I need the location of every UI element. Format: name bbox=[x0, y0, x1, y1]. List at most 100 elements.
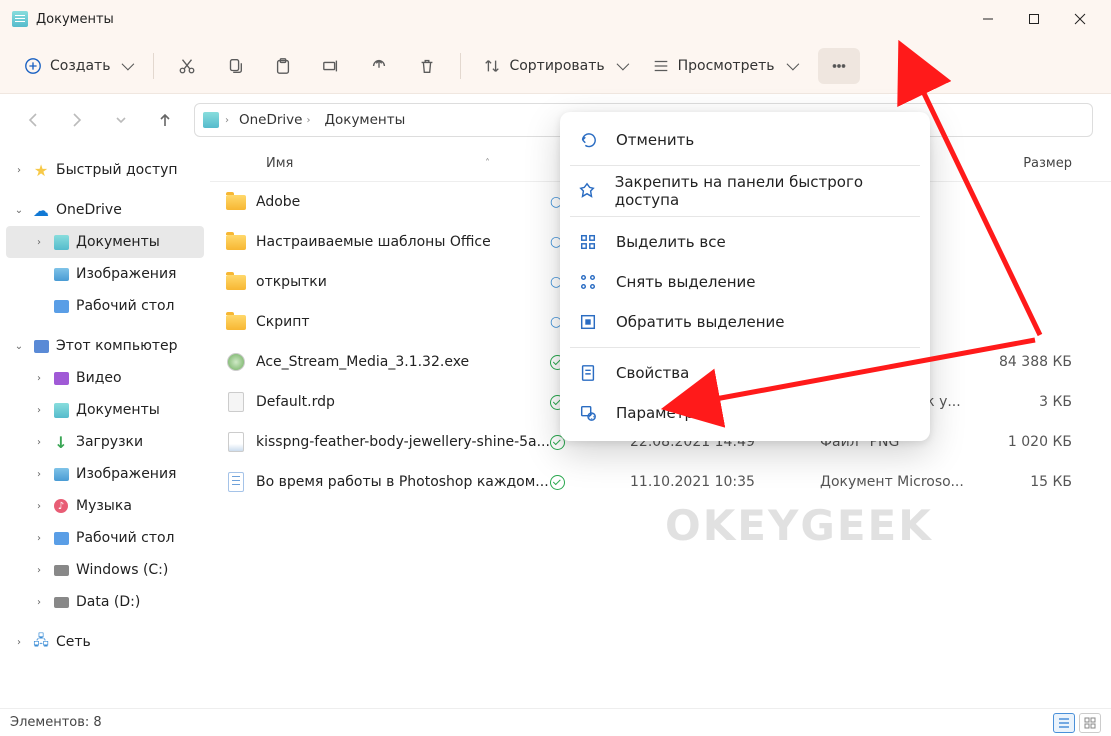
folder-icon bbox=[226, 272, 246, 292]
desktop-icon bbox=[54, 300, 69, 313]
video-icon bbox=[54, 372, 69, 385]
col-name[interactable]: Имя˄ bbox=[210, 156, 550, 171]
folder-icon bbox=[226, 312, 246, 332]
desktop-icon bbox=[54, 532, 69, 545]
more-button[interactable] bbox=[818, 48, 860, 84]
ctx-select-all[interactable]: Выделить все bbox=[560, 222, 930, 262]
new-button[interactable]: Создать bbox=[14, 48, 141, 84]
delete-button[interactable] bbox=[406, 48, 448, 84]
png-icon bbox=[226, 432, 246, 452]
sidebar-desktop[interactable]: ›Рабочий стол bbox=[6, 522, 204, 554]
sidebar-documents[interactable]: ›Документы bbox=[6, 394, 204, 426]
watermark: OKEYGEEK bbox=[665, 501, 933, 550]
copy-icon bbox=[226, 57, 244, 75]
cut-button[interactable] bbox=[166, 48, 208, 84]
paste-button[interactable] bbox=[262, 48, 304, 84]
network-icon: 🖧 bbox=[32, 633, 50, 651]
file-size: 3 КБ bbox=[990, 394, 1090, 410]
document-icon bbox=[54, 403, 69, 418]
select-all-icon bbox=[578, 232, 598, 252]
undo-icon bbox=[578, 130, 598, 150]
folder-icon bbox=[226, 192, 246, 212]
nav-recent[interactable] bbox=[106, 105, 136, 135]
exe-icon bbox=[226, 352, 246, 372]
breadcrumb-documents[interactable]: Документы bbox=[320, 110, 409, 130]
pc-icon bbox=[34, 340, 49, 353]
folder-icon bbox=[226, 232, 246, 252]
copy-button[interactable] bbox=[214, 48, 256, 84]
minimize-button[interactable] bbox=[965, 0, 1011, 38]
nav-back[interactable] bbox=[18, 105, 48, 135]
download-icon: ↓ bbox=[52, 433, 70, 451]
view-tiles-button[interactable] bbox=[1079, 713, 1101, 733]
new-label: Создать bbox=[50, 58, 110, 74]
file-name: открытки bbox=[256, 274, 327, 290]
sidebar-od-images[interactable]: Изображения bbox=[6, 258, 204, 290]
sidebar-downloads[interactable]: ›↓Загрузки bbox=[6, 426, 204, 458]
sort-button[interactable]: Сортировать bbox=[473, 48, 635, 84]
close-button[interactable] bbox=[1057, 0, 1103, 38]
view-button[interactable]: Просмотреть bbox=[642, 48, 806, 84]
sidebar-video[interactable]: ›Видео bbox=[6, 362, 204, 394]
item-count: Элементов: 8 bbox=[10, 715, 102, 730]
file-name: kisspng-feather-body-jewellery-shine-5a.… bbox=[256, 434, 550, 450]
properties-icon bbox=[578, 363, 598, 383]
sidebar-c-drive[interactable]: ›Windows (C:) bbox=[6, 554, 204, 586]
gear-icon bbox=[578, 403, 598, 423]
nav-up[interactable] bbox=[150, 105, 180, 135]
drive-icon bbox=[54, 565, 69, 576]
sidebar-this-pc[interactable]: ⌄Этот компьютер bbox=[6, 330, 204, 362]
clipboard-icon bbox=[274, 57, 292, 75]
nav-forward[interactable] bbox=[62, 105, 92, 135]
music-icon: ♪ bbox=[54, 499, 68, 513]
sidebar: ›★Быстрый доступ ⌄☁OneDrive ›Документы И… bbox=[0, 146, 210, 708]
share-icon bbox=[370, 57, 388, 75]
file-size: 1 020 КБ bbox=[990, 434, 1090, 450]
ctx-options[interactable]: Параметры bbox=[560, 393, 930, 433]
sidebar-network[interactable]: ›🖧Сеть bbox=[6, 626, 204, 658]
ctx-select-none[interactable]: Снять выделение bbox=[560, 262, 930, 302]
separator bbox=[570, 347, 920, 348]
ctx-invert-selection[interactable]: Обратить выделение bbox=[560, 302, 930, 342]
sidebar-od-desktop[interactable]: Рабочий стол bbox=[6, 290, 204, 322]
ctx-properties[interactable]: Свойства bbox=[560, 353, 930, 393]
sidebar-music[interactable]: ›♪Музыка bbox=[6, 490, 204, 522]
status-bar: Элементов: 8 bbox=[0, 708, 1111, 736]
file-size: 84 388 КБ bbox=[990, 354, 1090, 370]
file-name: Скрипт bbox=[256, 314, 310, 330]
file-size: 15 КБ bbox=[990, 474, 1090, 490]
sidebar-images[interactable]: ›Изображения bbox=[6, 458, 204, 490]
image-icon bbox=[54, 468, 69, 481]
ctx-pin[interactable]: Закрепить на панели быстрого доступа bbox=[560, 171, 930, 211]
location-icon bbox=[203, 112, 219, 128]
maximize-button[interactable] bbox=[1011, 0, 1057, 38]
sidebar-onedrive[interactable]: ⌄☁OneDrive bbox=[6, 194, 204, 226]
col-size[interactable]: Размер bbox=[990, 156, 1090, 171]
file-icon bbox=[226, 392, 246, 412]
sidebar-od-documents[interactable]: ›Документы bbox=[6, 226, 204, 258]
scissors-icon bbox=[178, 57, 196, 75]
star-icon: ★ bbox=[32, 161, 50, 179]
image-icon bbox=[54, 268, 69, 281]
sidebar-quick-access[interactable]: ›★Быстрый доступ bbox=[6, 154, 204, 186]
ctx-undo[interactable]: Отменить bbox=[560, 120, 930, 160]
file-name: Ace_Stream_Media_3.1.32.exe bbox=[256, 354, 469, 370]
cloud-icon: ☁ bbox=[32, 201, 50, 219]
navbar: › OneDrive› Документы bbox=[0, 94, 1111, 146]
file-type: Документ Microso... bbox=[820, 474, 990, 490]
file-name: Во время работы в Photoshop каждом... bbox=[256, 474, 549, 490]
sort-indicator-icon: ˄ bbox=[485, 158, 490, 169]
doc-icon bbox=[226, 472, 246, 492]
breadcrumb-onedrive[interactable]: OneDrive› bbox=[235, 110, 314, 130]
sidebar-d-drive[interactable]: ›Data (D:) bbox=[6, 586, 204, 618]
plus-icon bbox=[24, 57, 42, 75]
separator bbox=[460, 53, 461, 79]
rename-button[interactable] bbox=[310, 48, 352, 84]
sort-label: Сортировать bbox=[509, 58, 604, 74]
window-title: Документы bbox=[36, 12, 114, 27]
drive-icon bbox=[54, 597, 69, 608]
file-row[interactable]: Во время работы в Photoshop каждом...11.… bbox=[210, 462, 1111, 502]
view-details-button[interactable] bbox=[1053, 713, 1075, 733]
file-name: Настраиваемые шаблоны Office bbox=[256, 234, 491, 250]
share-button[interactable] bbox=[358, 48, 400, 84]
